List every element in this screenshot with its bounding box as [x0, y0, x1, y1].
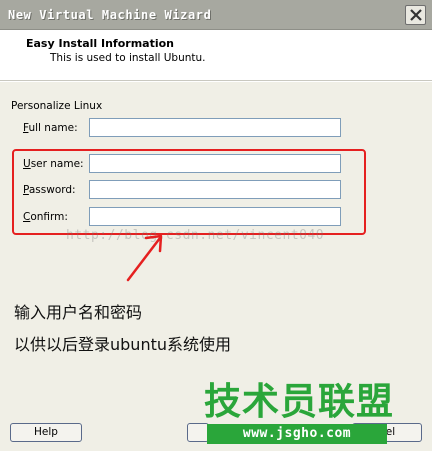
next-button-partial[interactable] [187, 423, 209, 442]
title-bar: New Virtual Machine Wizard [0, 0, 432, 30]
help-button[interactable]: Help [10, 423, 82, 442]
full-name-label: Full name: [23, 122, 78, 134]
annotation-line-2: 以供以后登录ubuntu系统使用 [14, 335, 231, 354]
section-label: Personalize Linux [11, 100, 103, 112]
watermark-logo-url: www.jsgho.com [207, 424, 387, 444]
close-icon [410, 9, 422, 21]
wizard-header: Easy Install Information This is used to… [0, 31, 432, 81]
watermark-url: http://blog.csdn.net/vincent040 [66, 228, 325, 243]
full-name-input[interactable] [89, 118, 341, 137]
window-title: New Virtual Machine Wizard [8, 8, 212, 22]
watermark-logo: 技术员联盟 [204, 380, 394, 423]
annotation-line-1: 输入用户名和密码 [14, 303, 143, 322]
close-button[interactable] [405, 5, 426, 25]
red-highlight-box [12, 149, 366, 235]
red-arrow-icon [126, 234, 163, 282]
page-subtitle: This is used to install Ubuntu. [50, 52, 206, 64]
page-title: Easy Install Information [26, 37, 175, 50]
